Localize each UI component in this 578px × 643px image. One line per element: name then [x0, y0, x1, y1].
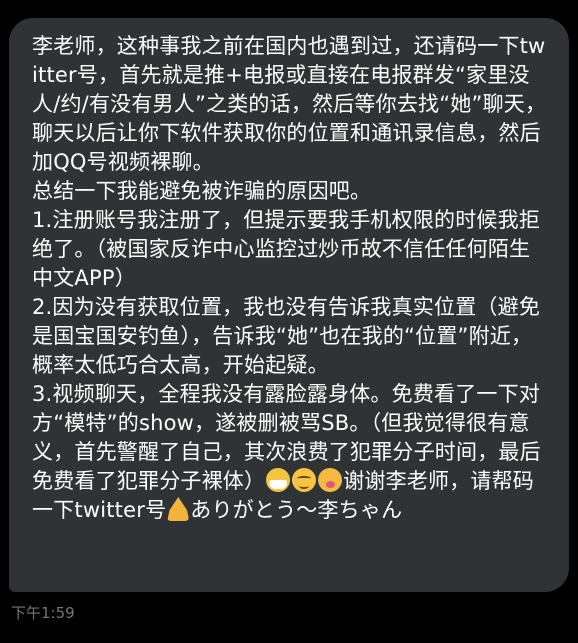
mask-face-icon — [266, 468, 291, 492]
message-text: 李老师，这种事我之前在国内也遇到过，还请码一下twitter号，首先就是推+电报… — [32, 34, 547, 493]
relieved-face-icon — [292, 468, 317, 492]
folded-hands-icon — [167, 497, 190, 521]
message-text-closing: ありがとう～李ちゃん — [190, 498, 403, 522]
chat-view: 李老师，这种事我之前在国内也遇到过，还请码一下twitter号，首先就是推+电报… — [0, 0, 578, 643]
message-bubble[interactable]: 李老师，这种事我之前在国内也遇到过，还请码一下twitter号，首先就是推+电报… — [9, 18, 569, 592]
message-timestamp: 下午1:59 — [11, 604, 75, 622]
drooling-face-icon — [318, 468, 343, 492]
